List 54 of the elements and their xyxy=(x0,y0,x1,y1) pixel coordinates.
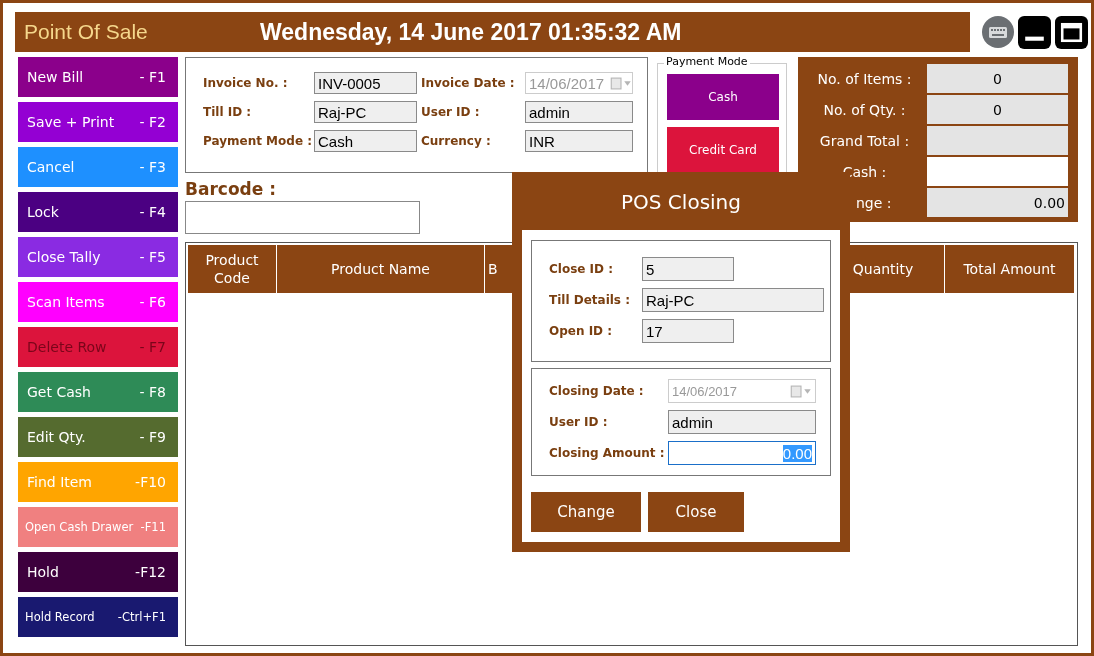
total-label: nge : xyxy=(855,193,893,213)
field-label: Payment Mode : xyxy=(203,134,313,148)
total-label: No. of Qty. : xyxy=(822,100,907,120)
total-field: 0 xyxy=(927,95,1068,124)
total-label: Grand Total : xyxy=(818,131,911,151)
barcode-field[interactable] xyxy=(185,201,420,234)
column-header: Product Name xyxy=(277,245,485,293)
input-field[interactable]: Raj-PC xyxy=(642,288,824,312)
total-field: 0 xyxy=(927,64,1068,93)
input-field[interactable]: 5 xyxy=(642,257,734,281)
field-label: User ID : xyxy=(549,415,608,429)
column-header: Product Code xyxy=(188,245,277,293)
field-label: Open ID : xyxy=(549,324,613,338)
total-label: No. of Items : xyxy=(816,69,913,89)
function-key-button[interactable]: New Bill - F1 xyxy=(18,57,178,97)
input-field[interactable]: INR xyxy=(525,130,633,152)
field-label: Till Details : xyxy=(549,293,630,307)
input-field[interactable]: Cash xyxy=(314,130,417,152)
minimize-icon[interactable] xyxy=(1018,15,1051,49)
dialog-title: POS Closing xyxy=(620,189,742,216)
function-key-button[interactable]: Close Tally - F5 xyxy=(18,237,178,277)
field-label: User ID : xyxy=(421,105,481,119)
function-key-button[interactable]: Hold -F12 xyxy=(18,552,178,592)
date-time: Wednesday, 14 June 2017 01:35:32 AM xyxy=(260,18,682,46)
field-label: Closing Date : xyxy=(549,384,644,398)
payment-button[interactable]: Cash xyxy=(667,74,779,120)
group-legend: Payment Mode xyxy=(664,55,750,68)
maximize-icon[interactable] xyxy=(1055,15,1088,49)
keyboard-icon[interactable] xyxy=(982,16,1014,48)
function-key-button[interactable]: Save + Print - F2 xyxy=(18,102,178,142)
input-field[interactable]: admin xyxy=(525,101,633,123)
field-label: Currency : xyxy=(421,134,492,148)
field-label: Close ID : xyxy=(549,262,614,276)
field-label: Invoice Date : xyxy=(421,76,516,90)
input-field[interactable]: admin xyxy=(668,410,816,434)
column-header: Total Amount xyxy=(945,245,1075,293)
dialog-button[interactable]: Close xyxy=(648,492,744,532)
function-key-button[interactable]: Lock - F4 xyxy=(18,192,178,232)
barcode-label: Barcode : xyxy=(185,179,277,199)
calendar-dropdown-icon[interactable] xyxy=(790,384,812,398)
dialog-button[interactable]: Change xyxy=(531,492,641,532)
total-field[interactable] xyxy=(927,157,1068,186)
input-field[interactable]: INV-0005 xyxy=(314,72,417,94)
field-label: Invoice No. : xyxy=(203,76,289,90)
app-title: Point Of Sale xyxy=(23,20,149,44)
field-label: Till ID : xyxy=(203,105,253,119)
function-key-button[interactable]: Edit Qty. - F9 xyxy=(18,417,178,457)
total-field: 0.00 xyxy=(927,188,1068,217)
input-field[interactable]: 17 xyxy=(642,319,734,343)
input-field[interactable]: Raj-PC xyxy=(314,101,417,123)
field-label: Closing Amount : xyxy=(549,446,665,460)
function-key-button[interactable]: Get Cash - F8 xyxy=(18,372,178,412)
payment-button[interactable]: Credit Card xyxy=(667,127,779,173)
function-key-button[interactable]: Hold Record -Ctrl+F1 xyxy=(18,597,178,637)
